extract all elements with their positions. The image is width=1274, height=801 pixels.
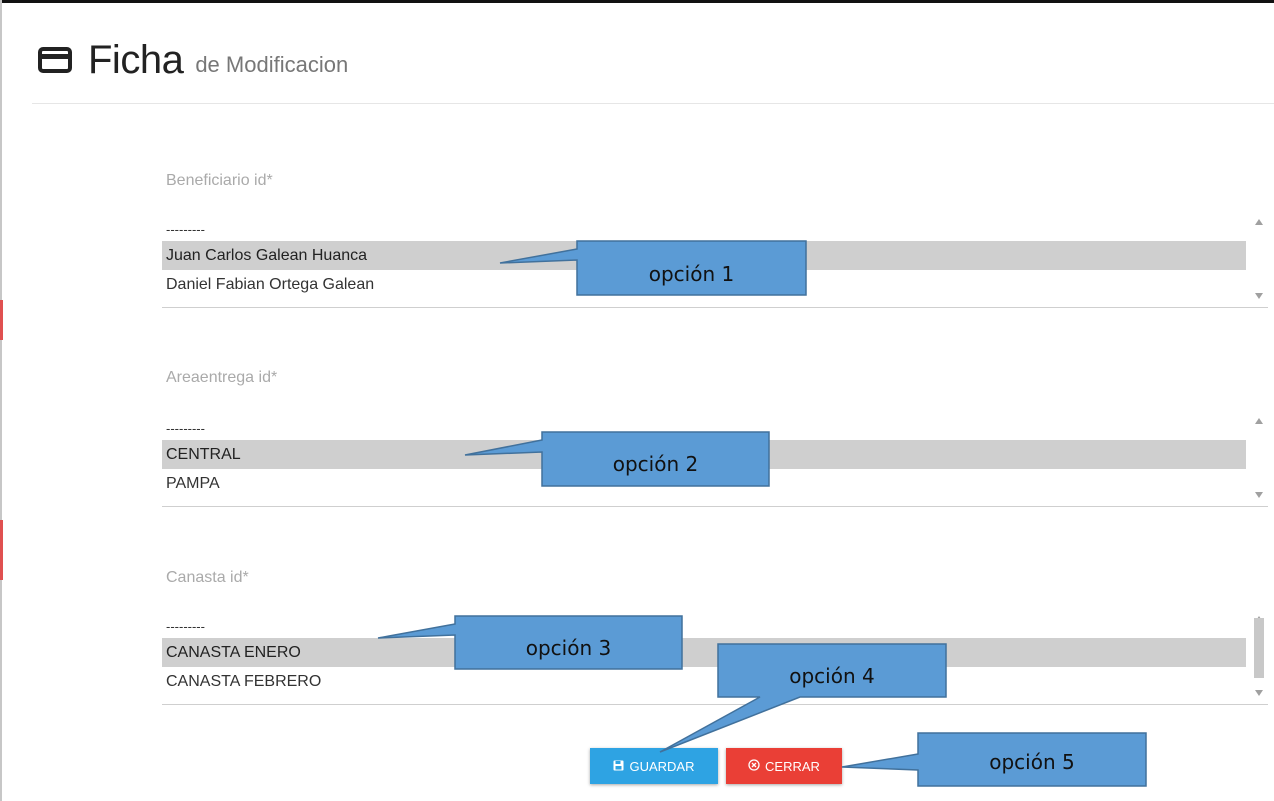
- callout-label-4: opción 4: [789, 664, 875, 688]
- callout-label-2: opción 2: [612, 452, 699, 476]
- annotation-overlay: [377, 240, 1147, 787]
- callout-shape-4: [659, 643, 947, 753]
- callout-label-1: opción 1: [648, 262, 735, 286]
- callout-label-5: opción 5: [989, 750, 1075, 774]
- callout-label-3: opción 3: [525, 636, 612, 660]
